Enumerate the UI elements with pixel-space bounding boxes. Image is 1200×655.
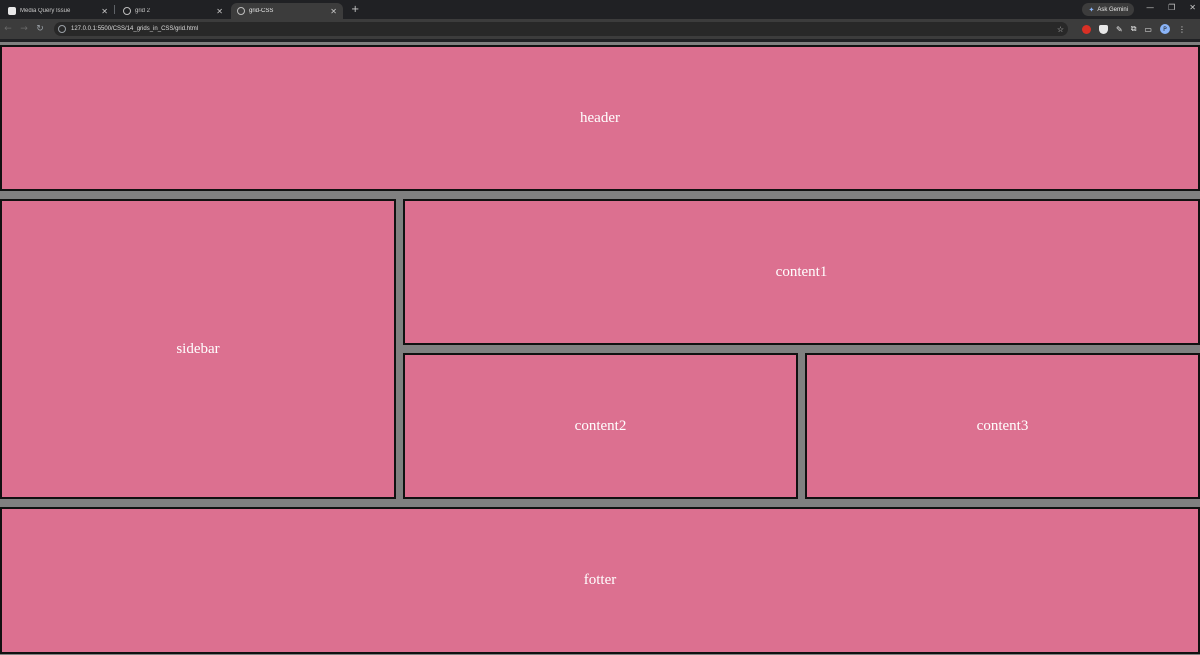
reload-icon[interactable]: ↻ [32,24,48,34]
tab-media-query-issue[interactable]: Media Query Issue ✕ [2,3,114,19]
extension-red-icon[interactable] [1082,24,1091,34]
tab-separator [114,5,115,14]
header-cell: header [0,45,1200,191]
restore-icon[interactable]: ❐ [1168,3,1175,12]
profile-avatar[interactable]: P [1159,24,1170,34]
tab-search-icon[interactable]: ▭ [1144,25,1152,34]
bookmark-star-icon[interactable]: ☆ [1057,25,1064,34]
shield-icon[interactable] [1099,24,1108,34]
content2-cell: content2 [403,353,798,499]
document-icon [8,7,16,15]
eyedropper-icon[interactable]: ✎ [1116,25,1123,34]
address-bar[interactable]: 127.0.0.1:5500/CSS/14_grids_in_CSS/grid.… [54,22,1068,36]
menu-kebab-icon[interactable]: ⋮ [1178,25,1186,34]
tab-title: grid 2 [135,8,151,14]
sidebar-cell: sidebar [0,199,396,499]
close-icon[interactable]: ✕ [216,7,223,16]
close-icon[interactable]: ✕ [330,7,337,16]
tab-grid-2[interactable]: grid 2 ✕ [117,3,229,19]
footer-cell: fotter [0,507,1200,654]
tab-title: grid-CSS [249,8,274,14]
extensions-area: ✎ ⧉ ▭ P ⋮ [1082,24,1186,34]
globe-icon [123,7,131,15]
tab-title: Media Query Issue [20,8,71,14]
content3-cell: content3 [805,353,1200,499]
ask-gemini-label: Ask Gemini [1097,6,1128,13]
window-controls: — ❐ ✕ [1146,3,1196,12]
close-icon[interactable]: ✕ [101,7,108,16]
close-window-icon[interactable]: ✕ [1189,3,1196,12]
new-tab-icon[interactable]: + [351,4,359,15]
gemini-sparkle-icon: ✦ [1088,6,1095,14]
ask-gemini-button[interactable]: ✦ Ask Gemini [1082,3,1134,16]
url-text: 127.0.0.1:5500/CSS/14_grids_in_CSS/grid.… [71,26,199,32]
tab-strip: Media Query Issue ✕ grid 2 ✕ grid-CSS ✕ … [0,0,1200,19]
tab-grid-css[interactable]: grid-CSS ✕ [231,3,343,19]
browser-toolbar: ← → ↻ 127.0.0.1:5500/CSS/14_grids_in_CSS… [0,19,1200,39]
globe-icon [237,7,245,15]
back-icon[interactable]: ← [0,24,16,34]
page-content: header sidebar content1 content2 content… [0,42,1200,655]
forward-icon[interactable]: → [16,24,32,34]
content1-cell: content1 [403,199,1200,345]
extensions-puzzle-icon[interactable]: ⧉ [1131,24,1137,34]
minimize-icon[interactable]: — [1146,3,1154,12]
site-info-icon[interactable] [58,25,66,33]
